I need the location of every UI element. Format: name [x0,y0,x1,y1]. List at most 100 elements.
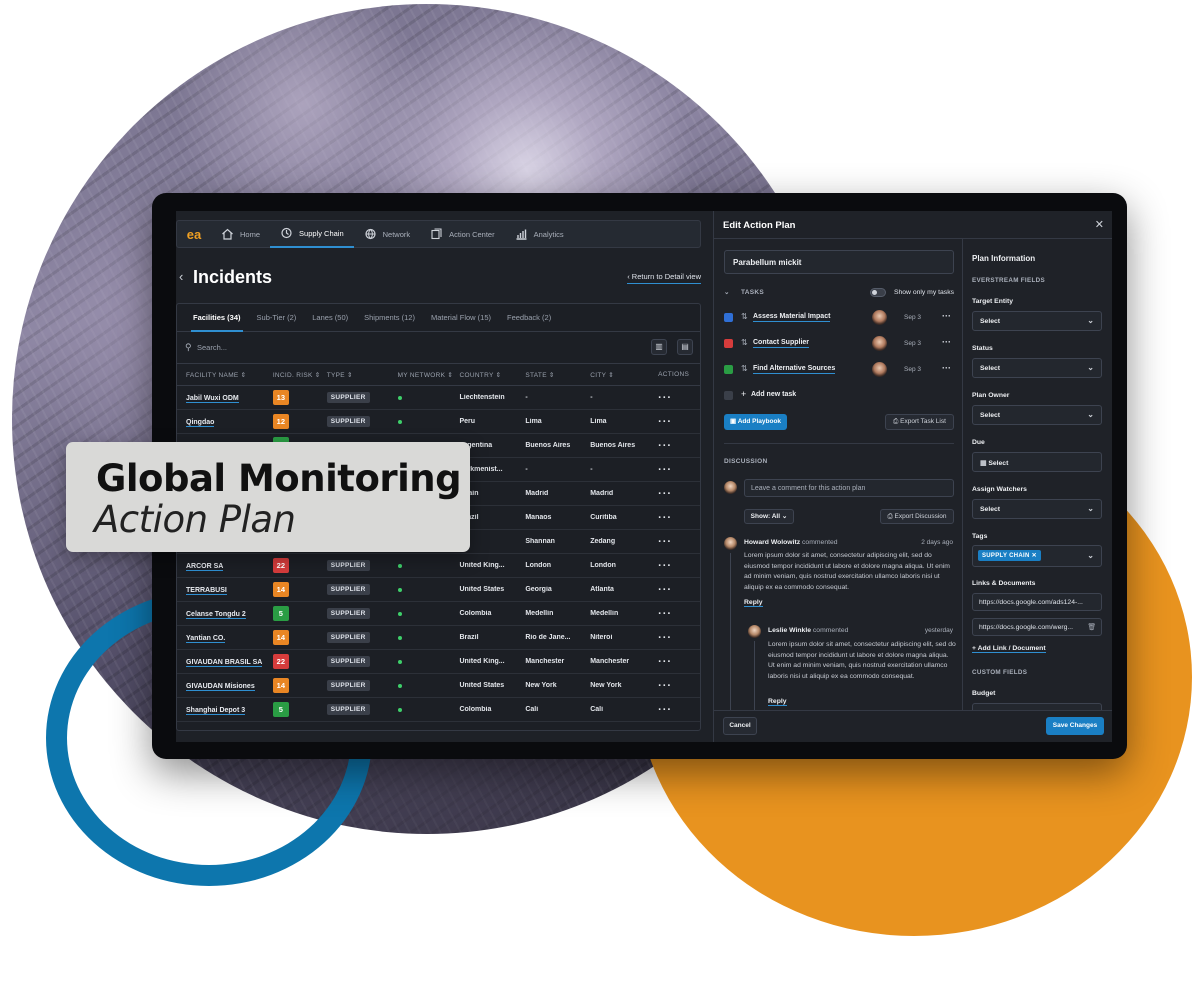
save-changes-button[interactable]: Save Changes [1046,717,1104,735]
task-row[interactable]: ⇅ Assess Material Impact Sep 3 ··· [724,309,954,327]
back-chevron-icon[interactable]: ‹ [179,269,183,284]
plan-owner-select[interactable]: Select ⌄ [972,405,1102,425]
task-name[interactable]: Assess Material Impact [753,313,831,322]
row-actions-more-icon[interactable]: ··· [650,584,700,596]
export-task-list-button[interactable]: ⎙ Export Task List [885,414,954,430]
facility-name-link[interactable]: ARCOR SA [186,563,224,571]
show-my-tasks-toggle[interactable] [870,288,886,297]
add-task-label[interactable]: Add new task [751,391,796,399]
return-to-detail-link[interactable]: ‹ Return to Detail view [627,272,701,284]
facility-name-link[interactable]: TERRABUSI [186,587,227,595]
tab-facilities[interactable]: Facilities (34) [185,304,249,332]
facility-name-link[interactable]: Shanghai Depot 3 [186,707,246,715]
table-row[interactable]: TERRABUSI 14 SUPPLIER United States Georgia A… [177,578,700,602]
link-field[interactable]: https://docs.google.com/ads124-... [972,593,1102,611]
tasks-collapse-chevron-icon[interactable]: ⌄ [724,289,730,296]
tab-shipments[interactable]: Shipments (12) [356,304,423,332]
col-type[interactable]: TYPE ⇕ [321,371,386,379]
col-city[interactable]: CITY ⇕ [586,371,650,379]
search-input[interactable]: Search... [197,343,227,352]
app-logo[interactable]: ea [177,227,211,242]
row-actions-more-icon[interactable]: ··· [650,656,700,668]
col-country[interactable]: COUNTRY ⇕ [456,371,521,379]
row-actions-more-icon[interactable]: ··· [650,536,700,548]
task-row[interactable]: ⇅ Find Alternative Sources Sep 3 ··· [724,361,954,379]
nav-action-center[interactable]: Action Center [420,220,504,248]
row-actions-more-icon[interactable]: ··· [650,680,700,692]
row-actions-more-icon[interactable]: ··· [650,632,700,644]
status-select[interactable]: Select ⌄ [972,358,1102,378]
export-discussion-button[interactable]: ⎙ Export Discussion [880,509,954,524]
add-task-row[interactable]: + Add new task [724,387,954,405]
facility-name-link[interactable]: Yantian CO. [186,635,226,643]
plan-name-field[interactable]: Parabellum mickit [724,250,954,274]
tags-select[interactable]: SUPPLY CHAIN ✕ ⌄ [972,545,1102,567]
country-cell: United King... [459,562,505,569]
columns-toggle-button[interactable]: ▥ [651,339,667,355]
table-row[interactable]: Celanse Tongdu 2 5 SUPPLIER Colombia Medelli… [177,602,700,626]
link-field[interactable]: https://docs.google.com/werg... 🗑 [972,618,1102,636]
row-actions-more-icon[interactable]: ··· [650,512,700,524]
tab-feedback[interactable]: Feedback (2) [499,304,559,332]
reorder-icon[interactable]: ⇅ [741,338,748,347]
row-actions-more-icon[interactable]: ··· [650,560,700,572]
tag-chip[interactable]: SUPPLY CHAIN ✕ [978,550,1041,561]
row-actions-more-icon[interactable]: ··· [650,464,700,476]
export-file-button[interactable]: ▤ [677,339,693,355]
tab-lanes[interactable]: Lanes (50) [304,304,356,332]
task-checkbox[interactable] [724,339,733,348]
table-row[interactable]: Yantian CO. 14 SUPPLIER Brazil Rio de Jane..… [177,626,700,650]
table-row[interactable]: Jabil Wuxi ODM 13 SUPPLIER Liechtenstein - - ·… [177,386,700,410]
col-state[interactable]: STATE ⇕ [521,371,586,379]
col-my-network[interactable]: MY NETWORK ⇕ [386,371,457,379]
more-icon[interactable]: ··· [942,363,951,373]
tab-material-flow[interactable]: Material Flow (15) [423,304,499,332]
facility-name-link[interactable]: GIVAUDAN Misiones [186,683,255,691]
row-actions-more-icon[interactable]: ··· [650,416,700,428]
show-filter-select[interactable]: Show: All ⌄ [744,509,794,524]
col-incid-risk[interactable]: INCID. RISK ⇕ [265,371,321,379]
nav-supply-chain[interactable]: Supply Chain [270,220,354,248]
table-row[interactable]: Qingdao 12 SUPPLIER Peru Lima Lima ··· [177,410,700,434]
facility-name-link[interactable]: GIVAUDAN BRASIL SA [186,659,263,667]
task-checkbox[interactable] [724,313,733,322]
close-icon[interactable]: ✕ [1095,218,1104,231]
reorder-icon[interactable]: ⇅ [741,312,748,321]
comment-author: Howard Wolowitz commented [744,539,838,546]
row-actions-more-icon[interactable]: ··· [650,704,700,716]
table-row[interactable]: GIVAUDAN BRASIL SA 22 SUPPLIER United King.… [177,650,700,674]
add-playbook-button[interactable]: ▣ Add Playbook [724,414,787,430]
assign-watchers-select[interactable]: Select ⌄ [972,499,1102,519]
nav-network[interactable]: Network [354,220,421,248]
nav-home[interactable]: Home [211,220,270,248]
table-row[interactable]: ARCOR SA 22 SUPPLIER United King... London Lo… [177,554,700,578]
task-name[interactable]: Find Alternative Sources [753,365,836,374]
row-actions-more-icon[interactable]: ··· [650,392,700,404]
table-row[interactable]: GIVAUDAN Misiones 14 SUPPLIER United States… [177,674,700,698]
more-icon[interactable]: ··· [942,337,951,347]
row-actions-more-icon[interactable]: ··· [650,608,700,620]
more-icon[interactable]: ··· [942,311,951,321]
task-name[interactable]: Contact Supplier [753,339,810,348]
tab-sub-tier[interactable]: Sub-Tier (2) [249,304,305,332]
task-checkbox[interactable] [724,365,733,374]
facility-name-link[interactable]: Qingdao [186,419,215,427]
row-actions-more-icon[interactable]: ··· [650,488,700,500]
reorder-icon[interactable]: ⇅ [741,364,748,373]
facility-name-link[interactable]: Celanse Tongdu 2 [186,611,246,619]
budget-field[interactable] [972,703,1102,710]
comment-input[interactable]: Leave a comment for this action plan [744,479,954,497]
facility-name-link[interactable]: Jabil Wuxi ODM [186,395,239,403]
add-link-button[interactable]: + Add Link / Document [972,645,1046,653]
table-row[interactable]: Shanghai Depot 3 5 SUPPLIER Colombia Cali Cal… [177,698,700,722]
due-date-picker[interactable]: ▦ Select [972,452,1102,472]
col-facility-name[interactable]: FACILITY NAME ⇕ [177,371,265,379]
task-row[interactable]: ⇅ Contact Supplier Sep 3 ··· [724,335,954,353]
row-actions-more-icon[interactable]: ··· [650,440,700,452]
target-entity-select[interactable]: Select ⌄ [972,311,1102,331]
trash-icon[interactable]: 🗑 [1087,623,1096,631]
cancel-button[interactable]: Cancel [723,717,757,735]
reply-link[interactable]: Reply [768,698,787,706]
reply-link[interactable]: Reply [744,599,763,607]
nav-analytics[interactable]: Analytics [505,220,574,248]
